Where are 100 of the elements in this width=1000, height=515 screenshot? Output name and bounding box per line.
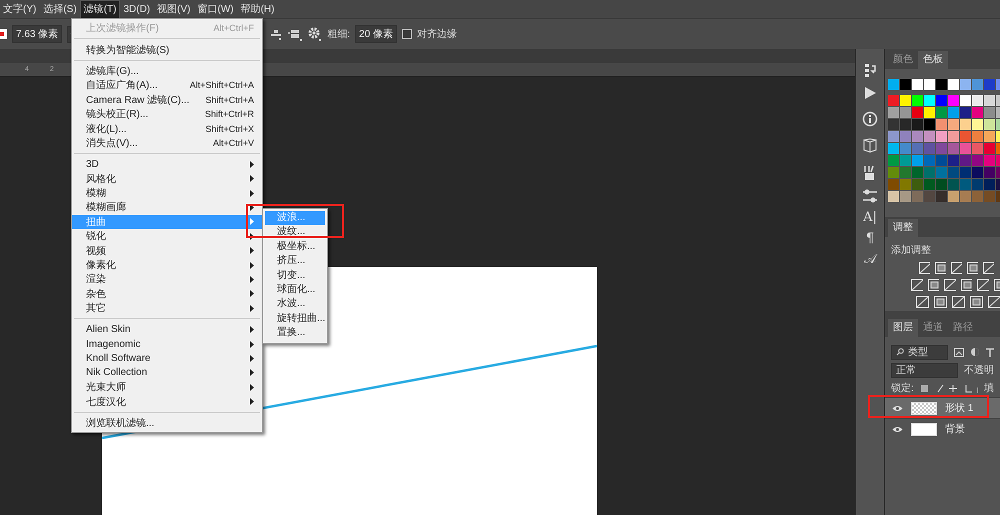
color-swatch[interactable] bbox=[960, 167, 971, 178]
color-swatch[interactable] bbox=[960, 107, 971, 118]
color-swatch-icon[interactable] bbox=[0, 29, 7, 39]
adjustment-icon[interactable] bbox=[951, 262, 962, 274]
color-swatch[interactable] bbox=[924, 107, 935, 118]
color-swatch[interactable] bbox=[924, 167, 935, 178]
color-swatch[interactable] bbox=[960, 79, 971, 90]
menu-item[interactable]: 切变... bbox=[265, 268, 325, 283]
color-swatch[interactable] bbox=[924, 191, 935, 202]
color-swatch[interactable] bbox=[960, 179, 971, 190]
color-swatch[interactable] bbox=[948, 191, 959, 202]
color-swatch[interactable] bbox=[912, 107, 923, 118]
menu-item[interactable]: 3D bbox=[72, 157, 262, 172]
color-swatch[interactable] bbox=[936, 131, 947, 142]
color-swatch[interactable] bbox=[984, 95, 995, 106]
menu-item[interactable]: 极坐标... bbox=[265, 240, 325, 254]
menu-bar-item[interactable]: 窗口(W) bbox=[194, 0, 237, 18]
menu-item[interactable]: Imagenomic bbox=[72, 336, 262, 352]
panel-icon[interactable]: A| bbox=[863, 211, 877, 225]
color-swatch[interactable] bbox=[984, 167, 995, 178]
color-swatch[interactable] bbox=[900, 191, 911, 202]
color-swatch[interactable] bbox=[972, 95, 983, 106]
color-swatch[interactable] bbox=[948, 95, 959, 106]
menu-bar-item[interactable]: 滤镜(T) bbox=[80, 0, 120, 18]
color-swatch[interactable] bbox=[972, 107, 983, 118]
panel-tab[interactable]: 通道 bbox=[918, 319, 948, 337]
adjustment-icon[interactable] bbox=[934, 296, 947, 308]
adjustment-icon[interactable] bbox=[911, 279, 922, 291]
panel-tab[interactable]: 颜色 bbox=[888, 51, 918, 69]
color-swatch[interactable] bbox=[972, 131, 983, 142]
color-swatch[interactable] bbox=[960, 131, 971, 142]
play-icon[interactable] bbox=[863, 86, 877, 100]
menu-item[interactable]: 挤压... bbox=[265, 254, 325, 269]
color-swatch[interactable] bbox=[888, 155, 899, 166]
color-swatch[interactable] bbox=[900, 167, 911, 178]
color-swatch[interactable] bbox=[888, 143, 899, 154]
lock-options-icon[interactable] bbox=[920, 384, 978, 392]
adjustment-icon[interactable] bbox=[967, 262, 978, 274]
adjustment-icon[interactable] bbox=[960, 279, 972, 291]
color-swatch[interactable] bbox=[912, 167, 923, 178]
color-swatch[interactable] bbox=[912, 131, 923, 142]
color-swatch[interactable] bbox=[888, 119, 899, 130]
color-swatch[interactable] bbox=[948, 155, 959, 166]
menu-item[interactable]: 光束大师 bbox=[72, 380, 262, 394]
color-swatch[interactable] bbox=[948, 179, 959, 190]
sliders-icon[interactable] bbox=[862, 188, 878, 204]
panel-tab[interactable]: 色板 bbox=[918, 51, 948, 69]
color-swatch[interactable] bbox=[948, 79, 959, 90]
color-swatch[interactable] bbox=[936, 167, 947, 178]
menu-item[interactable]: Nik Collection bbox=[72, 366, 262, 380]
history-icon[interactable] bbox=[862, 63, 878, 79]
color-swatch[interactable] bbox=[948, 131, 959, 142]
blend-mode-dropdown[interactable]: 正常 bbox=[891, 362, 958, 378]
panel-icon[interactable]: ¶ bbox=[866, 232, 874, 246]
color-swatch[interactable] bbox=[912, 79, 923, 90]
color-swatch[interactable] bbox=[948, 167, 959, 178]
adjustment-icon[interactable] bbox=[977, 279, 988, 291]
color-swatch[interactable] bbox=[960, 191, 971, 202]
adjustment-icon[interactable] bbox=[988, 296, 1000, 308]
menu-item[interactable]: 视频 bbox=[72, 243, 262, 258]
color-swatch[interactable] bbox=[984, 107, 995, 118]
color-swatch[interactable] bbox=[936, 79, 947, 90]
menu-item[interactable]: 自适应广角(A)... Alt+Shift+Ctrl+A bbox=[72, 78, 262, 93]
menu-item[interactable]: 模糊 bbox=[72, 186, 262, 200]
panel-icon[interactable]: 𝒜 bbox=[864, 253, 876, 267]
menu-item[interactable]: 七度汉化 bbox=[72, 394, 262, 409]
color-swatch[interactable] bbox=[924, 155, 935, 166]
color-swatch[interactable] bbox=[888, 191, 899, 202]
color-swatch[interactable] bbox=[924, 79, 935, 90]
color-swatch[interactable] bbox=[924, 143, 935, 154]
width-field[interactable]: 7.63 像素 bbox=[12, 25, 62, 43]
color-swatch[interactable] bbox=[924, 95, 935, 106]
color-swatch[interactable] bbox=[888, 179, 899, 190]
color-swatch[interactable] bbox=[936, 143, 947, 154]
eye-icon[interactable] bbox=[892, 426, 903, 432]
menu-item[interactable]: 水波... bbox=[265, 297, 325, 312]
menu-item[interactable]: 渲染 bbox=[72, 272, 262, 287]
adjustment-icon[interactable] bbox=[928, 279, 939, 291]
gear-icon[interactable] bbox=[308, 27, 322, 41]
menu-item[interactable]: 模糊画廊 bbox=[72, 200, 262, 215]
color-swatch[interactable] bbox=[984, 143, 995, 154]
panel-tab[interactable]: 调整 bbox=[888, 219, 918, 237]
menu-item[interactable]: 浏览联机滤镜... bbox=[72, 416, 262, 430]
align-icon[interactable] bbox=[270, 28, 282, 40]
color-swatch[interactable] bbox=[912, 95, 923, 106]
layer-row[interactable]: 背景 bbox=[885, 418, 1000, 439]
align-edges-checkbox[interactable] bbox=[402, 29, 412, 39]
color-swatch[interactable] bbox=[912, 191, 923, 202]
color-swatch[interactable] bbox=[972, 79, 983, 90]
menu-item[interactable]: 其它 bbox=[72, 301, 262, 316]
color-swatch[interactable] bbox=[912, 119, 923, 130]
panel-tab[interactable]: 图层 bbox=[888, 319, 918, 337]
color-swatch[interactable] bbox=[900, 131, 911, 142]
menu-item[interactable]: 旋转扭曲... bbox=[265, 312, 325, 326]
color-swatch[interactable] bbox=[960, 155, 971, 166]
color-swatch[interactable] bbox=[912, 143, 923, 154]
color-swatch[interactable] bbox=[888, 107, 899, 118]
adjustment-icon[interactable] bbox=[916, 296, 929, 308]
color-swatch[interactable] bbox=[960, 119, 971, 130]
color-swatch[interactable] bbox=[924, 131, 935, 142]
